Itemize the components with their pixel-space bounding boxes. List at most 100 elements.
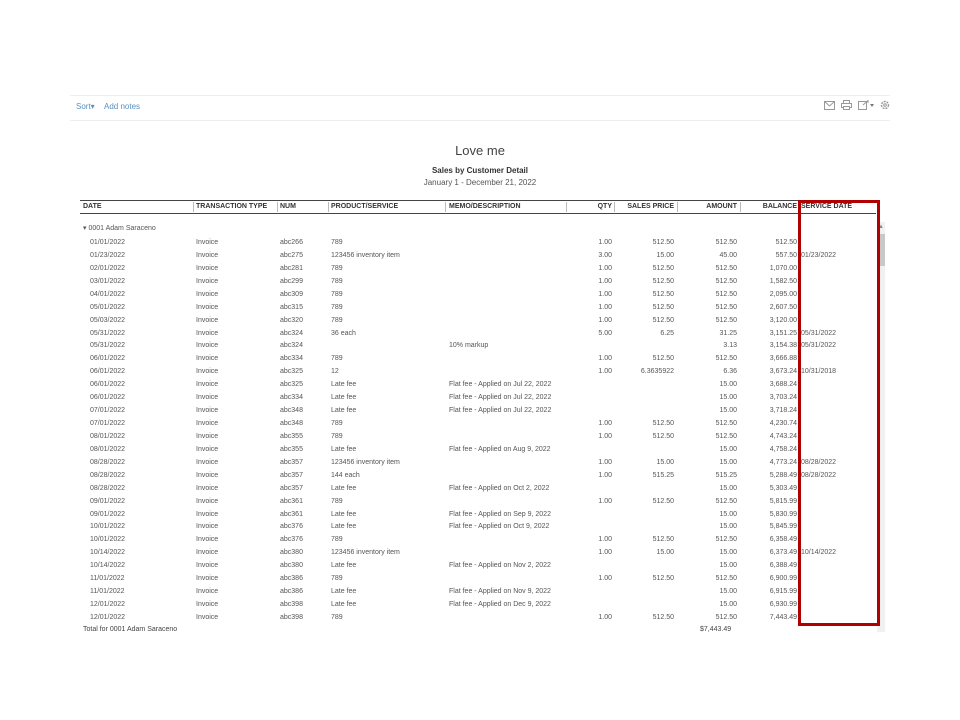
cell-num[interactable]: abc334 xyxy=(280,355,303,362)
cell-num[interactable]: abc380 xyxy=(280,562,303,569)
cell-num[interactable]: abc266 xyxy=(280,239,303,246)
cell-num[interactable]: abc324 xyxy=(280,342,303,349)
table-row[interactable]: 12/01/2022 Invoice abc398 Late fee Flat fee … xyxy=(80,599,876,612)
column-divider[interactable] xyxy=(445,202,446,212)
cell-num[interactable]: abc376 xyxy=(280,536,303,543)
report-date-range: January 1 - December 21, 2022 xyxy=(423,178,537,187)
print-icon[interactable] xyxy=(841,100,852,110)
table-row[interactable]: 08/28/2022 Invoice abc357 144 each 1.00 515.2… xyxy=(80,470,876,483)
cell-memo: Flat fee - Applied on Nov 2, 2022 xyxy=(449,562,551,570)
column-divider[interactable] xyxy=(277,202,278,212)
table-row[interactable]: 09/01/2022 Invoice abc361 Late fee Flat fee … xyxy=(80,509,876,522)
export-icon[interactable] xyxy=(858,100,874,110)
cell-qty: 1.00 xyxy=(598,316,612,324)
cell-num[interactable]: abc357 xyxy=(280,485,303,492)
table-row[interactable]: 11/01/2022 Invoice abc386 Late fee Flat fee … xyxy=(80,586,876,599)
col-num[interactable]: NUM xyxy=(280,203,296,210)
cell-memo: Flat fee - Applied on Nov 9, 2022 xyxy=(449,588,551,596)
column-divider[interactable] xyxy=(740,202,741,212)
col-memo-description[interactable]: MEMO/DESCRIPTION xyxy=(449,203,521,210)
table-row[interactable]: 05/31/2022 Invoice abc324 10% markup 3.13 3,1… xyxy=(80,340,876,353)
table-row[interactable]: 06/01/2022 Invoice abc334 789 1.00 512.50 512.… xyxy=(80,353,876,366)
cell-balance: 6,900.99 xyxy=(769,575,797,583)
cell-num[interactable]: abc376 xyxy=(280,523,303,530)
cell-date: 01/01/2022 xyxy=(90,239,126,246)
cell-num[interactable]: abc325 xyxy=(280,368,303,375)
table-row[interactable]: 10/14/2022 Invoice abc380 Late fee Flat fee … xyxy=(80,560,876,573)
cell-date: 08/28/2022 xyxy=(90,471,126,479)
table-row[interactable]: 05/03/2022 Invoice abc320 789 1.00 512.50 512.… xyxy=(80,315,876,328)
cell-transaction-type: Invoice xyxy=(196,484,219,492)
email-icon[interactable] xyxy=(824,100,835,110)
table-row[interactable]: 03/01/2022 Invoice abc299 789 1.00 512.50 512.… xyxy=(80,276,876,289)
column-divider[interactable] xyxy=(193,202,194,212)
col-date[interactable]: DATE xyxy=(83,203,102,210)
cell-num[interactable]: abc355 xyxy=(280,446,303,453)
col-transaction-type[interactable]: TRANSACTION TYPE xyxy=(196,203,267,210)
table-row[interactable]: 07/01/2022 Invoice abc348 789 1.00 512.50 512.… xyxy=(80,418,876,431)
table-row[interactable]: 08/01/2022 Invoice abc355 789 1.00 512.50 512.… xyxy=(80,431,876,444)
add-notes-link[interactable]: Add notes xyxy=(104,102,140,111)
col-qty[interactable]: QTY xyxy=(598,203,612,210)
cell-num[interactable]: abc309 xyxy=(280,291,303,298)
cell-num[interactable]: abc380 xyxy=(280,549,303,556)
table-row[interactable]: 06/01/2022 Invoice abc325 Late fee Flat fee … xyxy=(80,379,876,392)
cell-num[interactable]: abc275 xyxy=(280,252,303,259)
cell-num[interactable]: abc386 xyxy=(280,588,303,595)
table-row[interactable]: 10/01/2022 Invoice abc376 Late fee Flat fee … xyxy=(80,521,876,534)
cell-balance: 5,845.99 xyxy=(769,523,797,531)
col-product-service[interactable]: PRODUCT/SERVICE xyxy=(331,203,398,210)
table-row[interactable]: 10/01/2022 Invoice abc376 789 1.00 512.50 512.… xyxy=(80,534,876,547)
cell-num[interactable]: abc299 xyxy=(280,278,303,285)
table-row[interactable]: 09/01/2022 Invoice abc361 789 1.00 512.50 512.… xyxy=(80,496,876,509)
cell-num[interactable]: abc355 xyxy=(280,433,303,440)
cell-num[interactable]: abc398 xyxy=(280,601,303,608)
column-divider[interactable] xyxy=(677,202,678,212)
cell-num[interactable]: abc325 xyxy=(280,381,303,388)
cell-num[interactable]: abc357 xyxy=(280,459,303,466)
cell-num[interactable]: abc361 xyxy=(280,511,303,518)
table-row[interactable]: 06/01/2022 Invoice abc334 Late fee Flat fee … xyxy=(80,392,876,405)
cell-num[interactable]: abc348 xyxy=(280,420,303,427)
cell-num[interactable]: abc361 xyxy=(280,498,303,505)
cell-num[interactable]: abc324 xyxy=(280,330,303,337)
col-amount[interactable]: AMOUNT xyxy=(706,203,737,210)
table-row[interactable]: 08/01/2022 Invoice abc355 Late fee Flat fee … xyxy=(80,444,876,457)
table-row[interactable]: 08/28/2022 Invoice abc357 123456 inventory … xyxy=(80,457,876,470)
column-divider[interactable] xyxy=(566,202,567,212)
cell-num[interactable]: abc386 xyxy=(280,575,303,582)
cell-amount: 15.00 xyxy=(719,562,737,570)
chevron-down-icon: ▾ xyxy=(83,225,87,232)
table-row[interactable]: 11/01/2022 Invoice abc386 789 1.00 512.50 512.… xyxy=(80,573,876,586)
table-row[interactable]: 07/01/2022 Invoice abc348 Late fee Flat fee … xyxy=(80,405,876,418)
table-row[interactable]: 05/01/2022 Invoice abc315 789 1.00 512.50 512.… xyxy=(80,302,876,315)
table-row[interactable]: 01/01/2022 Invoice abc266 789 1.00 512.50 512.… xyxy=(80,237,876,250)
table-row[interactable]: 04/01/2022 Invoice abc309 789 1.00 512.50 512.… xyxy=(80,289,876,302)
cell-num[interactable]: abc320 xyxy=(280,317,303,324)
table-row[interactable]: 02/01/2022 Invoice abc281 789 1.00 512.50 512.… xyxy=(80,263,876,276)
table-row[interactable]: 08/28/2022 Invoice abc357 Late fee Flat fee … xyxy=(80,483,876,496)
settings-icon[interactable] xyxy=(880,100,890,110)
column-divider[interactable] xyxy=(328,202,329,212)
cell-num[interactable]: abc334 xyxy=(280,394,303,401)
customer-group-toggle[interactable]: ▾ 0001 Adam Saraceno xyxy=(83,224,156,232)
table-row[interactable]: 05/31/2022 Invoice abc324 36 each 5.00 6.25 31… xyxy=(80,328,876,341)
table-row[interactable]: 06/01/2022 Invoice abc325 12 1.00 6.3635922 6.… xyxy=(80,366,876,379)
table-row[interactable]: 10/14/2022 Invoice abc380 123456 inventory … xyxy=(80,547,876,560)
cell-transaction-type: Invoice xyxy=(196,613,219,621)
table-row[interactable]: 12/01/2022 Invoice abc398 789 1.00 512.50 512.… xyxy=(80,612,876,625)
cell-num[interactable]: abc315 xyxy=(280,304,303,311)
cell-transaction-type: Invoice xyxy=(196,239,219,246)
col-balance[interactable]: BALANCE xyxy=(763,203,797,210)
column-divider[interactable] xyxy=(614,202,615,212)
table-row[interactable]: 01/23/2022 Invoice abc275 123456 inventory … xyxy=(80,250,876,263)
cell-num[interactable]: abc398 xyxy=(280,614,303,621)
cell-num[interactable]: abc357 xyxy=(280,472,303,479)
cell-num[interactable]: abc281 xyxy=(280,265,303,272)
col-sales-price[interactable]: SALES PRICE xyxy=(627,203,674,210)
cell-product-service: 123456 inventory item xyxy=(331,251,400,259)
cell-amount: 15.00 xyxy=(719,523,737,531)
cell-num[interactable]: abc348 xyxy=(280,407,303,414)
cell-product-service: 36 each xyxy=(331,329,356,337)
sort-dropdown[interactable]: Sort▾ xyxy=(76,102,95,111)
